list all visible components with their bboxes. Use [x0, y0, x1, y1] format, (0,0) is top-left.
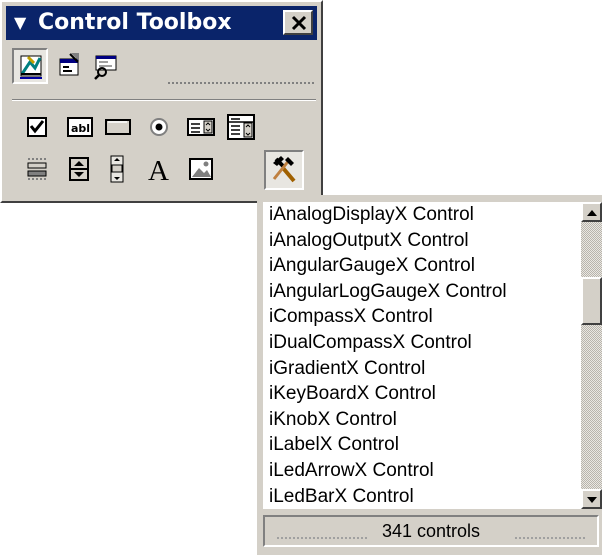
list-scrollbar[interactable]: [581, 202, 602, 509]
controls-count: 341 controls: [381, 521, 481, 541]
list-item[interactable]: iAnalogDisplayX Control: [263, 202, 581, 228]
scrollbar-icon: [110, 155, 124, 183]
control-toolbox-window: ▼ Control Toolbox abl A: [0, 0, 323, 203]
list-item[interactable]: iKeyBoardX Control: [263, 381, 581, 407]
checkbox-icon: [27, 117, 47, 137]
option-button-icon: [150, 118, 168, 136]
more-controls-dropdown: iAnalogDisplayX Control iAnalogOutputX Co…: [257, 195, 602, 555]
combobox-icon: [227, 114, 255, 140]
image-icon: [189, 158, 213, 180]
label-icon: A: [148, 155, 169, 186]
list-item[interactable]: iAngularLogGaugeX Control: [263, 279, 581, 305]
listbox-icon: [187, 118, 215, 136]
list-item[interactable]: iAngularGaugeX Control: [263, 253, 581, 279]
list-item[interactable]: iGradientX Control: [263, 356, 581, 382]
list-item[interactable]: iKnobX Control: [263, 407, 581, 433]
controls-list[interactable]: iAnalogDisplayX Control iAnalogOutputX Co…: [263, 202, 581, 509]
toolbar-options-arrow[interactable]: ▼: [14, 6, 26, 40]
listbox-tool[interactable]: [184, 110, 220, 146]
textbox-icon: abl: [67, 117, 93, 137]
toolbox-titlebar[interactable]: ▼ Control Toolbox: [6, 6, 317, 40]
toolbox-title: Control Toolbox: [38, 10, 232, 35]
scroll-up-button[interactable]: [581, 202, 602, 222]
list-item[interactable]: iCompassX Control: [263, 304, 581, 330]
image-tool[interactable]: [184, 152, 220, 188]
scroll-thumb[interactable]: [581, 277, 602, 325]
svg-text:abl: abl: [71, 122, 90, 135]
checkbox-tool[interactable]: [20, 110, 56, 146]
more-controls-button[interactable]: [264, 150, 304, 190]
close-button[interactable]: [283, 10, 313, 35]
command-button-icon: [105, 119, 131, 135]
design-mode-button[interactable]: [12, 48, 48, 84]
arrow-down-icon: [587, 497, 597, 503]
toggle-button-tool[interactable]: [20, 152, 56, 188]
list-item[interactable]: iAnalogOutputX Control: [263, 228, 581, 254]
spin-button-icon: [69, 157, 89, 181]
scrollbar-tool[interactable]: [100, 152, 136, 188]
more-controls-icon: [272, 156, 296, 183]
svg-text:A: A: [148, 155, 169, 186]
arrow-up-icon: [587, 210, 597, 216]
toolbar-separator: [12, 99, 316, 101]
command-button-tool[interactable]: [100, 110, 136, 146]
toolbar-dotted-divider: [168, 82, 314, 84]
status-dotted-left: [277, 537, 367, 539]
properties-button[interactable]: [52, 48, 88, 84]
view-code-button[interactable]: [88, 48, 124, 84]
view-code-icon: [94, 55, 117, 80]
list-item[interactable]: iDualCompassX Control: [263, 330, 581, 356]
controls-count-status: 341 controls: [263, 515, 599, 547]
spin-button-tool[interactable]: [62, 152, 98, 188]
combobox-tool[interactable]: [224, 110, 260, 146]
label-tool[interactable]: A: [142, 152, 178, 188]
list-item[interactable]: iLabelX Control: [263, 432, 581, 458]
properties-icon: [59, 53, 79, 76]
option-button-tool[interactable]: [142, 110, 178, 146]
design-mode-icon: [20, 55, 42, 79]
list-item[interactable]: iLedBarX Control: [263, 484, 581, 509]
list-item[interactable]: iLedArrowX Control: [263, 458, 581, 484]
scroll-down-button[interactable]: [581, 489, 602, 509]
status-dotted-right: [515, 537, 585, 539]
close-icon: [291, 15, 307, 31]
toggle-button-icon: [27, 158, 47, 180]
textbox-tool[interactable]: abl: [62, 110, 98, 146]
